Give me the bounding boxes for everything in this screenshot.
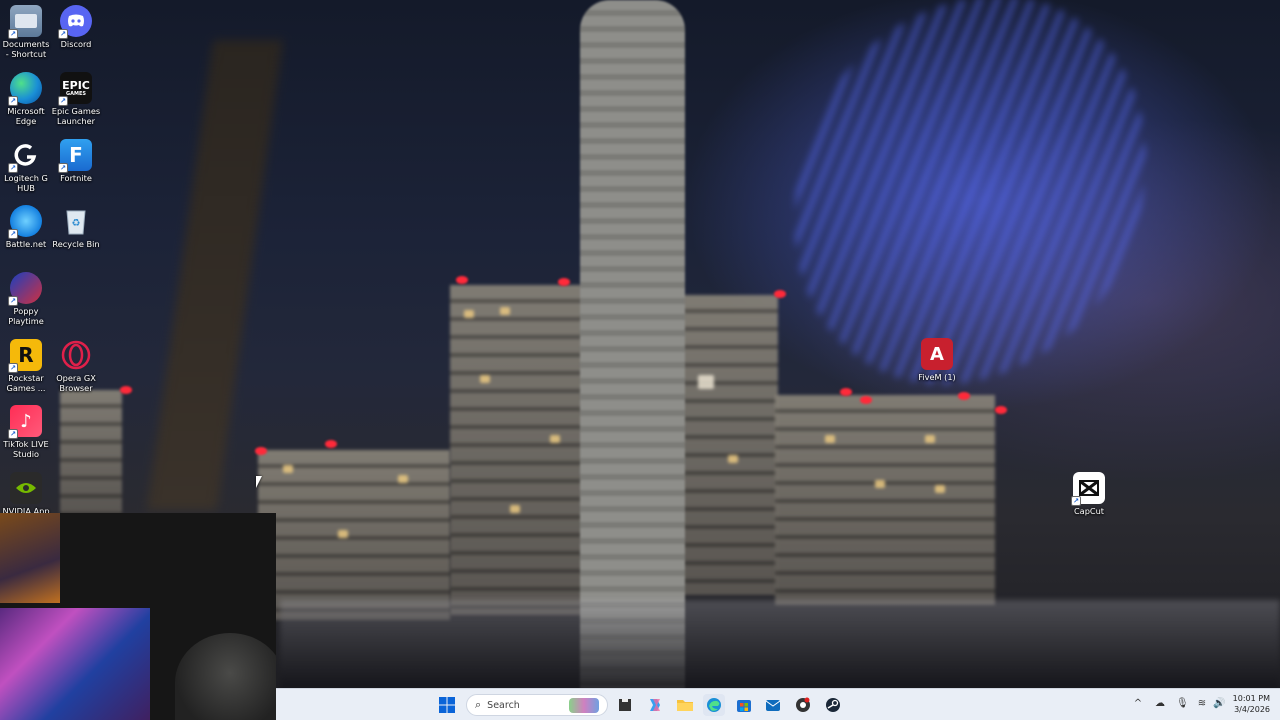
- capcut-icon: ↗: [1071, 472, 1105, 506]
- microphone-icon[interactable]: 🎙: [1176, 698, 1189, 710]
- search-icon: ⌕: [475, 698, 482, 711]
- search-placeholder: Search: [487, 699, 520, 711]
- poppy-playtime-icon: ↗: [8, 272, 42, 306]
- taskbar: ⌕ Search ^ ☁ 🎙 ≋ 🔊 10:01 PM 3/4/2026: [276, 688, 1280, 720]
- tiktok-icon: ♪ ↗: [8, 405, 42, 439]
- logitech-icon: ↗: [8, 139, 42, 173]
- desktop-icon-label: Opera GX Browser: [56, 373, 96, 393]
- webcam-overlay: [0, 513, 276, 720]
- fivem-glyph: A: [930, 343, 944, 365]
- desktop-icon-label: Epic Games Launcher: [51, 106, 101, 126]
- wallpaper-red-light: [255, 447, 267, 455]
- fortnite-icon: F ↗: [58, 139, 92, 173]
- speaker-icon[interactable]: 🔊: [1213, 698, 1225, 710]
- desktop-icon-battlenet[interactable]: ↗ Battle.net: [0, 205, 52, 249]
- desktop-icon-label: FiveM (1): [918, 372, 956, 382]
- wallpaper-red-light: [958, 392, 970, 400]
- desktop-icon-label: Documents - Shortcut: [2, 39, 50, 59]
- desktop-icon-capcut[interactable]: ↗ CapCut: [1063, 472, 1115, 516]
- wallpaper-red-light: [456, 276, 468, 284]
- wallpaper-blue-lights: [765, 0, 1175, 404]
- desktop-icon-label: CapCut: [1073, 506, 1105, 516]
- wallpaper-red-light: [840, 388, 852, 396]
- desktop-icon-label: Logitech G HUB: [4, 173, 48, 193]
- desktop-icon-label: Recycle Bin: [52, 239, 100, 249]
- svg-text:♻: ♻: [72, 218, 81, 229]
- desktop-icon-label: Microsoft Edge: [7, 106, 45, 126]
- search-highlight-image: [569, 698, 599, 713]
- opera-gx-icon: [60, 339, 92, 371]
- desktop-icon-rockstar[interactable]: R ↗ Rockstar Games ...: [0, 339, 52, 393]
- fortnite-glyph: F: [69, 143, 83, 167]
- desktop-icon-label: Discord: [60, 39, 92, 49]
- fivem-icon: A: [921, 338, 953, 370]
- desktop-icon-discord[interactable]: ↗ Discord: [50, 5, 102, 49]
- file-manager-icon[interactable]: [614, 694, 636, 716]
- wallpaper-red-light: [774, 290, 786, 298]
- wifi-icon[interactable]: ≋: [1196, 698, 1208, 710]
- taskbar-clock[interactable]: 10:01 PM 3/4/2026: [1233, 693, 1270, 715]
- wallpaper-building: [775, 395, 995, 605]
- epic-logo-sub: GAMES: [66, 90, 86, 97]
- chrome-icon[interactable]: [792, 694, 814, 716]
- desktop-icon-label: TikTok LIVE Studio: [3, 439, 49, 459]
- webcam-pc-lighting: [0, 608, 150, 720]
- wallpaper-red-light: [860, 396, 872, 404]
- microsoft-store-icon[interactable]: [733, 694, 755, 716]
- wallpaper-building: [258, 450, 450, 620]
- desktop-icon-nvidia[interactable]: NVIDIA App: [0, 472, 52, 516]
- rockstar-glyph: R: [18, 343, 34, 367]
- start-icon[interactable]: [436, 694, 458, 716]
- wallpaper-palm-trunk: [580, 0, 685, 688]
- file-explorer-icon[interactable]: [674, 694, 696, 716]
- steam-icon[interactable]: [822, 694, 844, 716]
- webcam-person: [175, 633, 276, 720]
- desktop-icon-label: Rockstar Games ...: [6, 373, 46, 393]
- desktop-icon-epic-games[interactable]: EPIC GAMES ↗ Epic Games Launcher: [50, 72, 102, 126]
- desktop-icon-opera-gx[interactable]: Opera GX Browser: [50, 339, 102, 393]
- wallpaper-building: [60, 390, 122, 515]
- wallpaper-red-light: [995, 406, 1007, 414]
- webcam-poster: [0, 513, 60, 603]
- desktop-icon-fortnite[interactable]: F ↗ Fortnite: [50, 139, 102, 183]
- desktop-icon-logitech[interactable]: ↗ Logitech G HUB: [0, 139, 52, 193]
- epic-games-icon: EPIC GAMES ↗: [58, 72, 92, 106]
- desktop-icon-tiktok[interactable]: ♪ ↗ TikTok LIVE Studio: [0, 405, 52, 459]
- rockstar-icon: R ↗: [8, 339, 42, 373]
- wallpaper-palm-tree-left: [146, 40, 284, 510]
- wallpaper-building: [450, 285, 590, 615]
- desktop-icon-poppy-playtime[interactable]: ↗ Poppy Playtime: [0, 272, 52, 326]
- desktop-icon-label: Fortnite: [60, 173, 92, 183]
- folder-icon: ↗: [8, 5, 42, 39]
- wallpaper-red-light: [558, 278, 570, 286]
- discord-icon: ↗: [58, 5, 92, 39]
- copilot-icon[interactable]: [644, 694, 666, 716]
- desktop-icon-label: Poppy Playtime: [8, 306, 44, 326]
- cloud-icon[interactable]: ☁: [1154, 698, 1166, 710]
- nvidia-icon: [10, 472, 42, 504]
- chevron-up-icon[interactable]: ^: [1132, 698, 1144, 710]
- desktop-icon-label: Battle.net: [5, 239, 47, 249]
- clock-time: 10:01 PM: [1232, 694, 1270, 703]
- clock-date: 3/4/2026: [1234, 705, 1270, 714]
- wallpaper-parked-cars: [280, 600, 1280, 688]
- mouse-cursor: [256, 476, 262, 488]
- epic-logo-text: EPIC: [62, 78, 90, 92]
- recycle-bin-icon: ♻: [60, 205, 92, 237]
- desktop-icon-documents[interactable]: ↗ Documents - Shortcut: [0, 5, 52, 59]
- edge-icon[interactable]: [703, 694, 725, 716]
- desktop-icon-fivem[interactable]: A FiveM (1): [911, 338, 963, 382]
- outlook-icon[interactable]: [762, 694, 784, 716]
- edge-icon: ↗: [8, 72, 42, 106]
- taskbar-search-box[interactable]: ⌕ Search: [466, 694, 608, 716]
- desktop-icon-edge[interactable]: ↗ Microsoft Edge: [0, 72, 52, 126]
- wallpaper-red-light: [120, 386, 132, 394]
- wallpaper-red-light: [325, 440, 337, 448]
- desktop-icon-recycle-bin[interactable]: ♻ Recycle Bin: [50, 205, 102, 249]
- battlenet-icon: ↗: [8, 205, 42, 239]
